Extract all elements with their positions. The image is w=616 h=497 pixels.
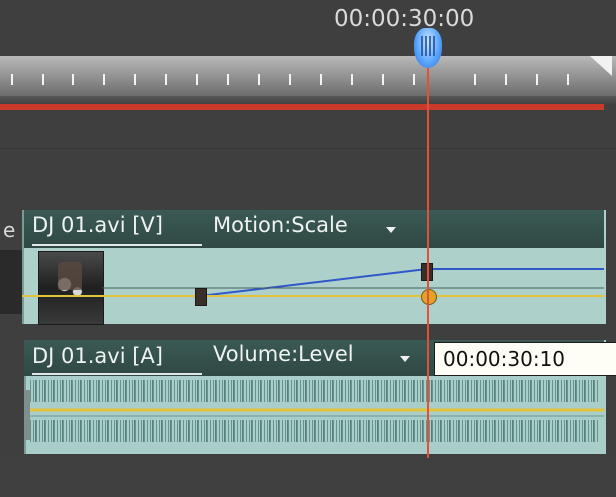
playhead-grip xyxy=(421,36,435,56)
timecode-tooltip: 00:00:30:10 xyxy=(434,342,616,376)
playhead-line[interactable] xyxy=(427,66,429,497)
audio-level-graph xyxy=(30,408,604,417)
empty-track-area xyxy=(0,458,616,497)
timeline-panel: 00:00:30:00 e DJ 01.avi [V] Motion:Scale… xyxy=(0,0,616,497)
audio-trim-handle[interactable] xyxy=(24,390,30,440)
